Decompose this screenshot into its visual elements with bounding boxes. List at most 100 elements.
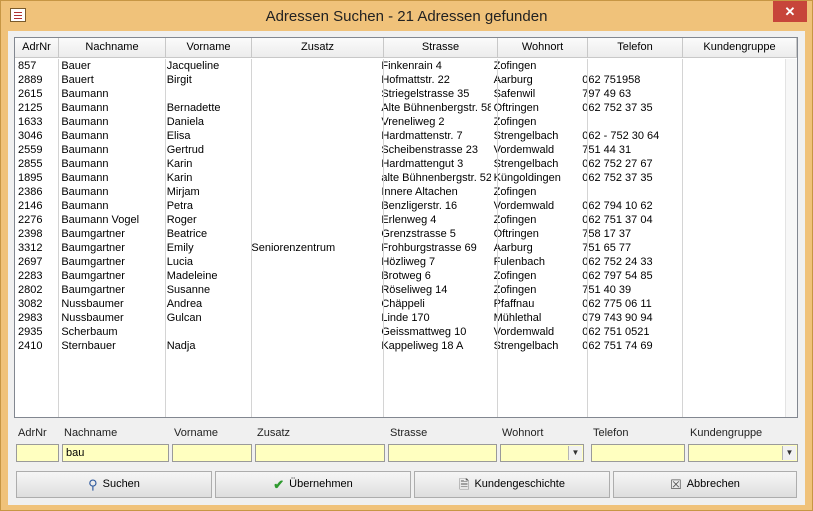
- table-row[interactable]: 2146 Baumann Petra Benzligerstr. 16 Vordemwa…: [15, 199, 785, 213]
- cell-zusatz: [248, 59, 378, 73]
- table-row[interactable]: 2559 Baumann Gertrud Scheibenstrasse 23 Vord…: [15, 143, 785, 157]
- filter-label-strasse: Strasse: [390, 427, 428, 439]
- cell-vorname: Madeleine: [166, 270, 218, 282]
- cell-kundengruppe: [673, 339, 785, 353]
- cell-adrnr: 2283: [18, 270, 43, 282]
- table-row[interactable]: 1633 Baumann Daniela Vreneliweg 2 Zofingen: [15, 115, 785, 129]
- cell-wohnort: Strengelbach: [493, 130, 559, 142]
- table-row[interactable]: 2398 Baumgartner Beatrice Grenzstrasse 5 Oft…: [15, 227, 785, 241]
- cell-strasse: Erlenweg 4: [381, 214, 437, 226]
- filter-wohnort-input[interactable]: ▼: [500, 444, 584, 462]
- cell-adrnr: 3046: [18, 130, 43, 142]
- cell-nachname: Nussbaumer: [61, 312, 124, 324]
- table-row[interactable]: 1895 Baumann Karin alte Bühnenbergstr. 52 Kü…: [15, 171, 785, 185]
- cell-nachname: Baumann Vogel: [61, 214, 140, 226]
- table-row[interactable]: 2855 Baumann Karin Hardmattengut 3 Strengelb…: [15, 157, 785, 171]
- cell-strasse: Brotweg 6: [381, 270, 431, 282]
- table-row[interactable]: 2697 Baumgartner Lucia Hözliweg 7 Fulenbach 0…: [15, 255, 785, 269]
- title-bar[interactable]: Adressen Suchen - 21 Adressen gefunden ✕: [1, 1, 812, 31]
- cell-kundengruppe: [673, 59, 785, 73]
- cell-wohnort: Vordemwald: [493, 200, 555, 212]
- cell-vorname: Roger: [166, 214, 197, 226]
- cell-telefon: 751 44 31: [582, 144, 632, 156]
- cell-telefon: 062 752 37 35: [582, 102, 653, 114]
- cell-zusatz: [248, 143, 378, 157]
- column-header-vorname[interactable]: Vorname: [166, 38, 252, 58]
- results-list[interactable]: AdrNr Nachname Vorname Zusatz Strasse Wohnort…: [14, 37, 798, 418]
- cancel-button[interactable]: ☒ Abbrechen: [613, 471, 797, 498]
- column-header-wohnort[interactable]: Wohnort: [498, 38, 588, 58]
- table-row[interactable]: 2889 Bauert Birgit Hofmattstr. 22 Aarburg 062…: [15, 73, 785, 87]
- chevron-down-icon[interactable]: ▼: [568, 446, 582, 460]
- cell-wohnort: Safenwil: [493, 88, 536, 100]
- cell-wohnort: Strengelbach: [493, 158, 559, 170]
- column-header-strasse[interactable]: Strasse: [384, 38, 498, 58]
- table-row[interactable]: 3082 Nussbaumer Andrea Chäppeli Pfaffnau 062 …: [15, 297, 785, 311]
- cell-vorname: Beatrice: [166, 228, 208, 240]
- vertical-scrollbar[interactable]: [785, 59, 797, 417]
- cell-wohnort: Strengelbach: [493, 340, 559, 352]
- filter-vorname-input[interactable]: [172, 444, 252, 462]
- cell-telefon: 079 743 90 94: [582, 312, 653, 324]
- cell-strasse: Hözliweg 7: [381, 256, 436, 268]
- cell-vorname: Emily: [166, 242, 194, 254]
- cell-telefon: 062 752 24 33: [582, 256, 653, 268]
- column-header-adrnr[interactable]: AdrNr: [15, 38, 59, 58]
- table-row[interactable]: 2410 Sternbauer Nadja Kappeliweg 18 A Streng…: [15, 339, 785, 353]
- table-row[interactable]: 2983 Nussbaumer Gulcan Linde 170 Mühlethal 07…: [15, 311, 785, 325]
- table-row[interactable]: 2615 Baumann Striegelstrasse 35 Safenwil 797…: [15, 87, 785, 101]
- cell-adrnr: 2146: [18, 200, 43, 212]
- cell-strasse: Frohburgstrasse 69: [381, 242, 477, 254]
- table-row[interactable]: 2125 Baumann Bernadette Alte Bühnenbergstr.…: [15, 101, 785, 115]
- table-row[interactable]: 857 Bauer Jacqueline Finkenrain 4 Zofingen: [15, 59, 785, 73]
- filter-adrnr-input[interactable]: [16, 444, 59, 462]
- cell-vorname: Daniela: [166, 116, 205, 128]
- table-row[interactable]: 2276 Baumann Vogel Roger Erlenweg 4 Zofingen…: [15, 213, 785, 227]
- cell-vorname: Gulcan: [166, 312, 202, 324]
- cell-kundengruppe: [673, 87, 785, 101]
- table-row[interactable]: 2386 Baumann Mirjam Innere Altachen Zofingen: [15, 185, 785, 199]
- filter-zusatz-input[interactable]: [255, 444, 385, 462]
- table-row[interactable]: 3046 Baumann Elisa Hardmattenstr. 7 Strengel…: [15, 129, 785, 143]
- filter-strasse-input[interactable]: [388, 444, 497, 462]
- table-row[interactable]: 3312 Baumgartner Emily Seniorenzentrum Frohb…: [15, 241, 785, 255]
- column-header-zusatz[interactable]: Zusatz: [252, 38, 384, 58]
- column-header-kundengruppe[interactable]: Kundengruppe: [683, 38, 797, 58]
- cell-strasse: Striegelstrasse 35: [381, 88, 470, 100]
- column-header-telefon[interactable]: Telefon: [588, 38, 683, 58]
- list-rows: 857 Bauer Jacqueline Finkenrain 4 Zofingen 28…: [15, 59, 785, 417]
- list-header: AdrNr Nachname Vorname Zusatz Strasse Wohnort…: [15, 38, 797, 58]
- cell-strasse: Alte Bühnenbergstr. 58: [381, 102, 491, 114]
- cell-strasse: Scheibenstrasse 23: [381, 144, 478, 156]
- table-row[interactable]: 2935 Scherbaum Geissmattweg 10 Vordemwald 06…: [15, 325, 785, 339]
- cell-vorname: Lucia: [166, 256, 193, 268]
- table-row[interactable]: 2802 Baumgartner Susanne Röseliweg 14 Zofing…: [15, 283, 785, 297]
- customer-history-button[interactable]: 🗎 Kundengeschichte: [414, 471, 610, 498]
- cell-telefon: 797 49 63: [582, 88, 632, 100]
- cell-telefon: 758 17 37: [582, 228, 632, 240]
- filter-nachname-input[interactable]: bau: [62, 444, 169, 462]
- cell-telefon: 062 751 37 04: [582, 214, 653, 226]
- column-header-nachname[interactable]: Nachname: [59, 38, 166, 58]
- cell-nachname: Baumgartner: [61, 228, 125, 240]
- cell-telefon: 062 751958: [582, 74, 641, 86]
- cell-zusatz: [248, 115, 378, 129]
- cell-zusatz: [248, 269, 378, 283]
- column-divider: [682, 59, 683, 417]
- cell-strasse: Hofmattstr. 22: [381, 74, 450, 86]
- cell-kundengruppe: [673, 255, 785, 269]
- cell-kundengruppe: [673, 311, 785, 325]
- apply-button[interactable]: ✔ Übernehmen: [215, 471, 411, 498]
- filter-kundengruppe-input[interactable]: ▼: [688, 444, 798, 462]
- table-row[interactable]: 2283 Baumgartner Madeleine Brotweg 6 Zofinge…: [15, 269, 785, 283]
- column-divider: [587, 59, 588, 417]
- cell-kundengruppe: [673, 241, 785, 255]
- filter-telefon-input[interactable]: [591, 444, 685, 462]
- search-button[interactable]: ⚲ Suchen: [16, 471, 212, 498]
- cell-adrnr: 2802: [18, 284, 43, 296]
- chevron-down-icon[interactable]: ▼: [782, 446, 796, 460]
- close-button[interactable]: ✕: [773, 1, 807, 22]
- cell-zusatz: [248, 101, 378, 115]
- cell-kundengruppe: [673, 283, 785, 297]
- cell-vorname: Susanne: [166, 284, 211, 296]
